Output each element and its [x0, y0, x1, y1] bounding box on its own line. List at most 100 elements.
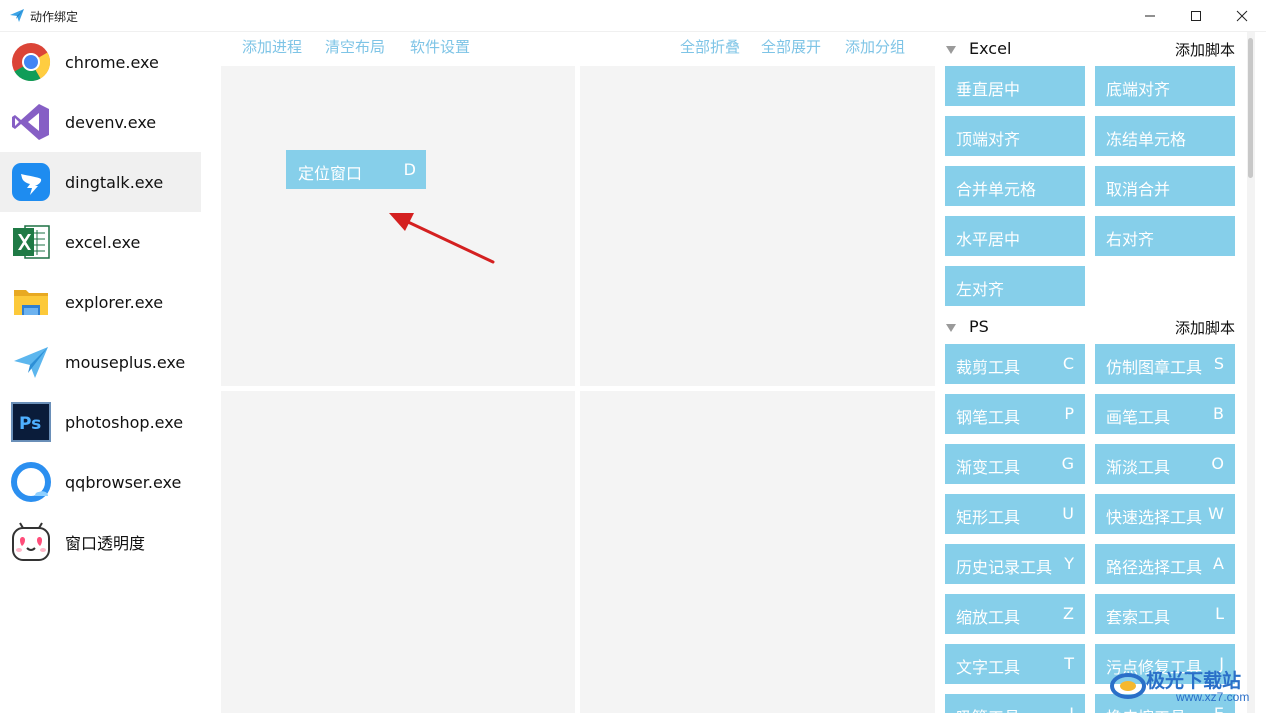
script-label: 套索工具 [1106, 608, 1171, 627]
script-label: 矩形工具 [956, 508, 1021, 527]
watermark-url: www.xz7.com [1176, 690, 1250, 704]
close-button[interactable] [1219, 0, 1265, 32]
minimize-icon [1145, 15, 1155, 17]
gesture-cell-top-left[interactable] [221, 66, 575, 386]
process-label: mouseplus.exe [65, 352, 186, 372]
svg-text:Ps: Ps [19, 414, 41, 434]
script-label: 合并单元格 [956, 180, 1037, 199]
script-label: 冻结单元格 [1106, 130, 1187, 149]
script-key: G [1061, 454, 1074, 473]
script-key: W [1208, 504, 1224, 523]
add-process-link[interactable]: 添加进程 [242, 36, 302, 57]
watermark: 极光下载站 www.xz7.com [1108, 662, 1258, 710]
add-script-link[interactable]: 添加脚本 [1175, 39, 1235, 60]
script-key: B [1213, 404, 1224, 423]
script-label: 快速选择工具 [1106, 508, 1203, 527]
paper-plane-icon [10, 9, 24, 22]
process-item-devenv[interactable]: devenv.exe [0, 92, 201, 152]
process-sidebar: chrome.exe devenv.exe dingtalk.exe excel… [0, 32, 202, 713]
maximize-icon [1191, 11, 1201, 21]
script-button[interactable]: 取消合并 [1095, 166, 1235, 206]
script-button[interactable]: 渐变工具 G [945, 444, 1085, 484]
script-key: S [1213, 354, 1224, 373]
process-item-window-opacity[interactable]: 窗口透明度 [0, 512, 201, 572]
script-button[interactable]: 渐淡工具 O [1095, 444, 1235, 484]
paper-plane-icon [14, 347, 48, 378]
minimize-button[interactable] [1127, 0, 1173, 32]
group-name: PS [969, 317, 989, 336]
script-button[interactable]: 吸管工具 I [945, 694, 1085, 713]
script-button[interactable]: 路径选择工具 A [1095, 544, 1235, 584]
script-label: 水平居中 [956, 230, 1021, 249]
gesture-cell-bottom-left[interactable] [221, 391, 575, 713]
script-label: 取消合并 [1106, 180, 1171, 199]
collapse-all-link[interactable]: 全部折叠 [680, 36, 740, 57]
script-button[interactable]: 右对齐 [1095, 216, 1235, 256]
watermark-logo-icon [1110, 673, 1146, 699]
process-item-chrome[interactable]: chrome.exe [0, 32, 201, 92]
software-settings-link[interactable]: 软件设置 [410, 36, 470, 57]
group-name: Excel [969, 39, 1012, 58]
script-button[interactable]: 历史记录工具 Y [945, 544, 1085, 584]
script-label: 路径选择工具 [1106, 558, 1203, 577]
script-button[interactable]: 仿制图章工具 S [1095, 344, 1235, 384]
script-button[interactable]: 缩放工具 Z [945, 594, 1085, 634]
scrollbar-thumb[interactable] [1248, 38, 1253, 178]
script-button[interactable]: 左对齐 [945, 266, 1085, 306]
expand-all-link[interactable]: 全部展开 [761, 36, 821, 57]
process-item-excel[interactable]: excel.exe [0, 212, 201, 272]
script-key: Z [1063, 604, 1074, 623]
script-button[interactable]: 合并单元格 [945, 166, 1085, 206]
process-label: qqbrowser.exe [65, 472, 182, 492]
script-label: 顶端对齐 [956, 130, 1021, 149]
clear-layout-link[interactable]: 清空布局 [325, 36, 385, 57]
process-label: dingtalk.exe [65, 172, 164, 192]
script-label: 钢笔工具 [956, 408, 1021, 427]
add-group-link[interactable]: 添加分组 [845, 36, 905, 57]
script-button[interactable]: 顶端对齐 [945, 116, 1085, 156]
script-button[interactable]: 矩形工具 U [945, 494, 1085, 534]
script-label: 仿制图章工具 [1106, 358, 1203, 377]
collapse-triangle-icon [946, 324, 956, 332]
script-label: 缩放工具 [956, 608, 1021, 627]
script-button[interactable]: 文字工具 T [945, 644, 1085, 684]
photoshop-icon: Ps [11, 402, 51, 442]
script-button[interactable]: 水平居中 [945, 216, 1085, 256]
process-item-qqbrowser[interactable]: qqbrowser.exe [0, 452, 201, 512]
process-label: devenv.exe [65, 112, 157, 132]
watermark-text: 极光下载站 [1146, 670, 1242, 692]
script-button[interactable]: 冻结单元格 [1095, 116, 1235, 156]
group-header-excel[interactable]: Excel 添加脚本 [945, 39, 1235, 61]
script-label: 历史记录工具 [956, 558, 1053, 577]
process-label: explorer.exe [65, 292, 164, 312]
process-item-dingtalk[interactable]: dingtalk.exe [0, 152, 201, 212]
script-button[interactable]: 套索工具 L [1095, 594, 1235, 634]
bound-action-button[interactable]: 定位窗口 D [286, 150, 426, 189]
script-button[interactable]: 垂直居中 [945, 66, 1085, 106]
script-button[interactable]: 快速选择工具 W [1095, 494, 1235, 534]
gesture-cell-bottom-right[interactable] [580, 391, 935, 713]
process-item-mouseplus[interactable]: mouseplus.exe [0, 332, 201, 392]
process-label: photoshop.exe [65, 412, 184, 432]
title-bar: 动作绑定 [0, 0, 1266, 32]
maximize-button[interactable] [1173, 0, 1219, 32]
script-button[interactable]: 底端对齐 [1095, 66, 1235, 106]
script-button[interactable]: 裁剪工具 C [945, 344, 1085, 384]
add-script-link[interactable]: 添加脚本 [1175, 317, 1235, 338]
visual-studio-icon [12, 104, 49, 140]
group-header-ps[interactable]: PS 添加脚本 [945, 317, 1235, 339]
process-item-explorer[interactable]: explorer.exe [0, 272, 201, 332]
process-label: chrome.exe [65, 52, 159, 72]
qqbrowser-icon [11, 462, 51, 502]
process-item-photoshop[interactable]: Ps photoshop.exe [0, 392, 201, 452]
close-icon [1236, 10, 1248, 22]
script-label: 左对齐 [956, 280, 1005, 299]
script-button[interactable]: 钢笔工具 P [945, 394, 1085, 434]
script-label: 渐淡工具 [1106, 458, 1171, 477]
action-label: 定位窗口 [298, 164, 363, 183]
gesture-cell-top-right[interactable] [580, 66, 935, 386]
dingtalk-icon [12, 163, 50, 201]
script-label: 底端对齐 [1106, 80, 1171, 99]
script-button[interactable]: 画笔工具 B [1095, 394, 1235, 434]
process-label: 窗口透明度 [65, 534, 146, 553]
